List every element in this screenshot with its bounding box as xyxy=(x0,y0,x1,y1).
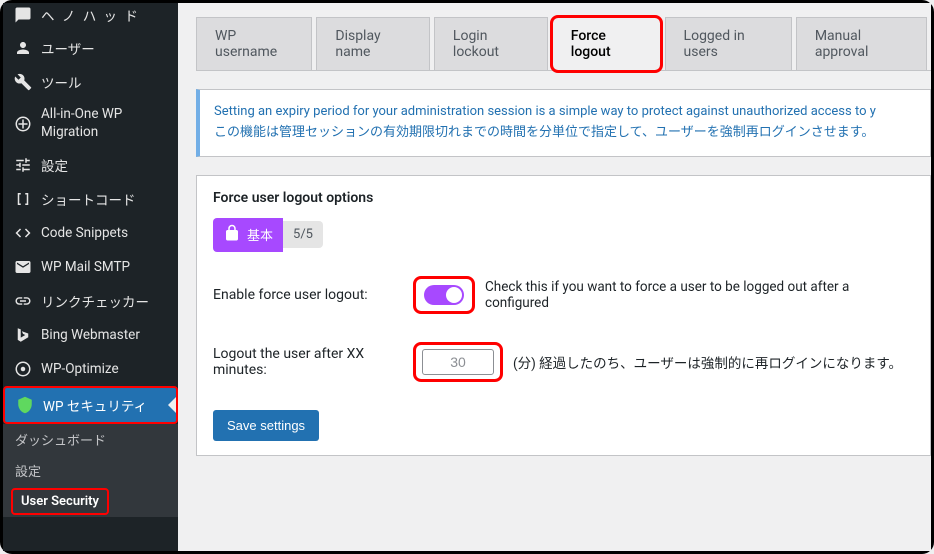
brackets-icon xyxy=(13,189,33,209)
notice-line2: この機能は管理セッションの有効期限切れまでの時間を分単位で指定して、ユーザーを強… xyxy=(214,123,916,144)
sidebar-submenu: ダッシュボード 設定 User Security xyxy=(3,424,178,517)
sidebar-item-label: All-in-One WP Migration xyxy=(41,106,168,141)
card-title: Force user logout options xyxy=(213,190,914,206)
main-content: WP username Display name Login lockout F… xyxy=(178,3,931,551)
sidebar-item-migration[interactable]: All-in-One WP Migration xyxy=(3,99,178,148)
enable-force-logout-label: Enable force user logout: xyxy=(213,287,413,303)
enable-force-logout-toggle[interactable] xyxy=(424,285,464,305)
optimize-icon xyxy=(13,359,33,379)
sidebar-item-users[interactable]: ユーザー xyxy=(3,31,178,65)
shield-icon xyxy=(15,395,35,415)
sidebar-item-label: WP Mail SMTP xyxy=(41,259,130,275)
notice-line1: Setting an expiry period for your admini… xyxy=(214,102,916,123)
tab-wp-username[interactable]: WP username xyxy=(196,17,312,70)
tab-manual-approval[interactable]: Manual approval xyxy=(796,17,927,70)
save-settings-button[interactable]: Save settings xyxy=(213,410,319,441)
sidebar-item-label: WP-Optimize xyxy=(41,361,119,377)
mail-icon xyxy=(13,257,33,277)
user-icon xyxy=(13,38,33,58)
sidebar-sub-settings[interactable]: 設定 xyxy=(3,455,178,486)
sidebar-item-label: WP セキュリティ xyxy=(43,395,147,415)
security-badge: 基本 xyxy=(213,218,283,252)
toggle-highlight xyxy=(413,276,475,314)
sidebar-item-label: 設定 xyxy=(41,155,68,175)
wrench-icon xyxy=(13,72,33,92)
sidebar-item-label: リンクチェッカー xyxy=(41,291,149,311)
force-logout-card: Force user logout options 基本 5/5 Enable … xyxy=(196,175,931,456)
comment-icon xyxy=(13,5,33,25)
tab-logged-in-users[interactable]: Logged in users xyxy=(665,17,792,70)
code-icon xyxy=(13,223,33,243)
sidebar-item-tools[interactable]: ツール xyxy=(3,65,178,99)
badge-count: 5/5 xyxy=(283,221,323,248)
info-notice: Setting an expiry period for your admini… xyxy=(196,89,931,157)
admin-sidebar: ヘ ノ ハ ッ ド ユーザー ツール All-in-One WP Migrati… xyxy=(3,3,178,551)
sidebar-item-smtp[interactable]: WP Mail SMTP xyxy=(3,250,178,284)
sidebar-sub-usersecurity[interactable]: User Security xyxy=(11,488,109,515)
sidebar-item-linkchecker[interactable]: リンクチェッカー xyxy=(3,284,178,318)
sidebar-item-top[interactable]: ヘ ノ ハ ッ ド xyxy=(3,3,178,31)
link-icon xyxy=(13,291,33,311)
sidebar-sub-dashboard[interactable]: ダッシュボード xyxy=(3,424,178,455)
logout-minutes-label: Logout the user after XX minutes: xyxy=(213,346,413,378)
sidebar-item-settings[interactable]: 設定 xyxy=(3,148,178,182)
logout-minutes-input[interactable] xyxy=(422,349,494,375)
settings-tabs: WP username Display name Login lockout F… xyxy=(196,17,931,71)
sidebar-item-codesnippets[interactable]: Code Snippets xyxy=(3,216,178,250)
tab-display-name[interactable]: Display name xyxy=(316,17,430,70)
badge-label: 基本 xyxy=(247,225,273,244)
tab-force-logout[interactable]: Force logout xyxy=(552,17,661,71)
sidebar-item-wpoptimize[interactable]: WP-Optimize xyxy=(3,352,178,386)
sidebar-item-label: ツール xyxy=(41,72,82,92)
sidebar-item-label: ユーザー xyxy=(41,38,95,58)
enable-force-logout-desc: Check this if you want to force a user t… xyxy=(485,279,914,311)
migration-icon xyxy=(13,114,33,134)
logout-minutes-desc: (分) 経過したのち、ユーザーは強制的に再ログインになります。 xyxy=(513,352,902,372)
sidebar-item-label: Bing Webmaster xyxy=(41,327,140,343)
bing-icon xyxy=(13,325,33,345)
sidebar-item-bing[interactable]: Bing Webmaster xyxy=(3,318,178,352)
tab-login-lockout[interactable]: Login lockout xyxy=(434,17,548,70)
lock-icon xyxy=(223,224,241,246)
sidebar-item-security[interactable]: WP セキュリティ xyxy=(3,386,178,424)
security-badge-row: 基本 5/5 xyxy=(213,218,914,252)
sidebar-item-label: Code Snippets xyxy=(41,225,128,241)
sidebar-item-shortcode[interactable]: ショートコード xyxy=(3,182,178,216)
sliders-icon xyxy=(13,155,33,175)
input-highlight xyxy=(413,342,503,382)
sidebar-item-label: ショートコード xyxy=(41,189,136,209)
